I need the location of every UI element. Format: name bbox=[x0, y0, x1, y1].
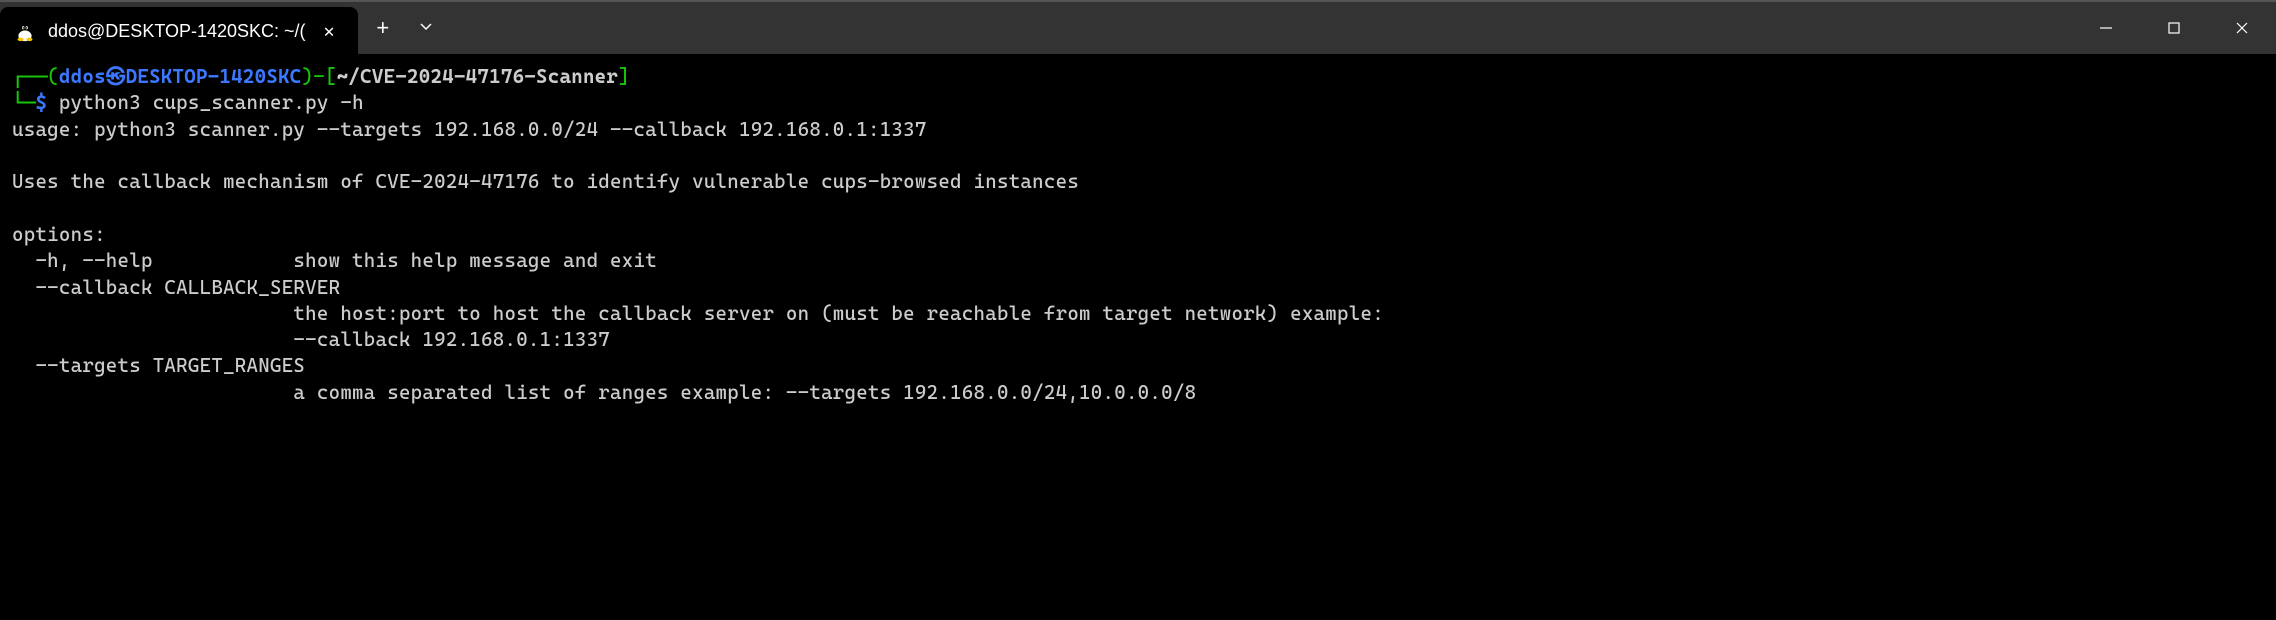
output-callback-desc: --callback 192.168.0.1:1337 bbox=[12, 328, 610, 351]
titlebar-left: ddos@DESKTOP-1420SKC: ~/( ✕ + bbox=[0, 2, 445, 54]
output-usage: usage: python3 scanner.py --targets 192.… bbox=[12, 118, 927, 141]
tab-dropdown-button[interactable] bbox=[407, 19, 445, 37]
terminal-tab[interactable]: ddos@DESKTOP-1420SKC: ~/( ✕ bbox=[0, 7, 358, 55]
close-window-button[interactable] bbox=[2208, 2, 2276, 54]
titlebar: ddos@DESKTOP-1420SKC: ~/( ✕ + bbox=[0, 0, 2276, 54]
output-callback-flag: --callback CALLBACK_SERVER bbox=[12, 276, 340, 299]
command-text: python3 cups_scanner.py -h bbox=[59, 91, 364, 114]
prompt-decoration: ┌──( bbox=[12, 65, 59, 88]
prompt-path: ~/CVE-2024-47176-Scanner bbox=[337, 65, 618, 88]
output-options-header: options: bbox=[12, 223, 106, 246]
output-targets-desc: a comma separated list of ranges example… bbox=[12, 381, 1196, 404]
tux-icon bbox=[14, 20, 36, 42]
close-tab-button[interactable]: ✕ bbox=[318, 17, 341, 46]
prompt-decoration: ] bbox=[618, 65, 630, 88]
terminal-content[interactable]: ┌──(ddos㉿DESKTOP-1420SKC)-[~/CVE-2024-47… bbox=[0, 54, 2276, 416]
minimize-button[interactable] bbox=[2072, 2, 2140, 54]
window-controls bbox=[2072, 2, 2276, 54]
prompt-decoration: )-[ bbox=[302, 65, 337, 88]
prompt-at-symbol: ㉿ bbox=[106, 65, 126, 88]
output-description: Uses the callback mechanism of CVE-2024-… bbox=[12, 170, 1079, 193]
maximize-button[interactable] bbox=[2140, 2, 2208, 54]
new-tab-button[interactable]: + bbox=[358, 15, 407, 41]
prompt-host: DESKTOP-1420SKC bbox=[126, 65, 302, 88]
output-callback-desc: the host:port to host the callback serve… bbox=[12, 302, 1384, 325]
prompt-decoration: └─ bbox=[12, 91, 35, 114]
output-help-line: -h, --help show this help message and ex… bbox=[12, 249, 657, 272]
tab-title: ddos@DESKTOP-1420SKC: ~/( bbox=[48, 21, 306, 42]
output-targets-flag: --targets TARGET_RANGES bbox=[12, 354, 305, 377]
prompt-symbol: $ bbox=[35, 91, 47, 114]
prompt-user: ddos bbox=[59, 65, 106, 88]
